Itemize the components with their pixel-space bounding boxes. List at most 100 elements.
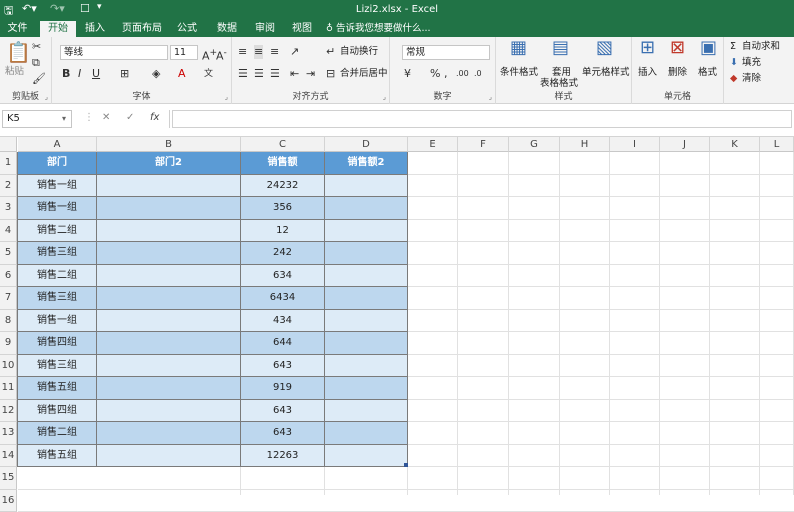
table-cell[interactable] [97, 355, 241, 378]
align-center-icon[interactable]: ☰ [254, 67, 264, 81]
border-icon[interactable]: ⊞ [120, 67, 129, 81]
table-header-cell[interactable]: 部门 [18, 152, 97, 175]
column-header-c[interactable]: C [241, 137, 325, 152]
table-cell[interactable] [325, 445, 408, 468]
table-cell[interactable] [97, 242, 241, 265]
row-header-11[interactable]: 11 [0, 377, 17, 400]
formula-input[interactable] [172, 110, 792, 128]
table-cell[interactable]: 12 [241, 220, 325, 243]
table-cell[interactable]: 销售五组 [18, 377, 97, 400]
fill-icon[interactable]: ⬇ [730, 56, 738, 70]
dialog-launcher-icon[interactable]: ⌟ [489, 93, 492, 101]
table-cell[interactable] [97, 422, 241, 445]
row-header-2[interactable]: 2 [0, 175, 17, 198]
table-cell[interactable]: 销售五组 [18, 445, 97, 468]
column-header-d[interactable]: D [325, 137, 408, 152]
paste-button[interactable]: 粘贴 [5, 65, 24, 79]
column-header-k[interactable]: K [710, 137, 760, 152]
table-cell[interactable]: 356 [241, 197, 325, 220]
tab-formulas[interactable]: 公式 [172, 20, 202, 37]
table-cell[interactable] [97, 332, 241, 355]
cut-icon[interactable]: ✂ [32, 40, 41, 54]
table-cell[interactable]: 242 [241, 242, 325, 265]
table-cell[interactable]: 644 [241, 332, 325, 355]
tab-insert[interactable]: 插入 [80, 20, 110, 37]
table-cell[interactable]: 销售一组 [18, 175, 97, 198]
table-header-cell[interactable]: 销售额 [241, 152, 325, 175]
table-header-cell[interactable]: 部门2 [97, 152, 241, 175]
row-header-9[interactable]: 9 [0, 332, 17, 355]
cancel-icon[interactable]: ✕ [102, 112, 110, 123]
outdent-icon[interactable]: ⇥ [306, 67, 315, 81]
table-cell[interactable] [325, 310, 408, 333]
cell-styles-button[interactable]: 单元格样式 [582, 66, 630, 80]
table-cell[interactable] [325, 287, 408, 310]
row-header-6[interactable]: 6 [0, 265, 17, 288]
conditional-format-icon[interactable]: ▦ [510, 41, 527, 55]
insert-cells-button[interactable]: 插入 [638, 66, 657, 80]
row-header-7[interactable]: 7 [0, 287, 17, 310]
column-header-i[interactable]: I [610, 137, 660, 152]
table-cell[interactable] [97, 445, 241, 468]
font-color-icon[interactable]: A [178, 67, 186, 81]
column-header-h[interactable]: H [560, 137, 610, 152]
delete-cells-button[interactable]: 删除 [668, 66, 687, 80]
table-cell[interactable] [97, 400, 241, 423]
format-cells-icon[interactable]: ▣ [700, 41, 717, 55]
tell-me-box[interactable]: ♁ 告诉我您想要做什么... [326, 20, 431, 37]
column-header-l[interactable]: L [760, 137, 794, 152]
table-cell[interactable]: 销售三组 [18, 242, 97, 265]
table-cell[interactable]: 634 [241, 265, 325, 288]
table-cell[interactable] [325, 355, 408, 378]
comma-icon[interactable]: , [444, 67, 448, 81]
table-cell[interactable] [325, 400, 408, 423]
format-as-table-icon[interactable]: ▤ [552, 41, 569, 55]
table-cell[interactable]: 643 [241, 422, 325, 445]
indent-icon[interactable]: ⇤ [290, 67, 299, 81]
copy-icon[interactable]: ⧉ [32, 56, 40, 70]
row-header-14[interactable]: 14 [0, 445, 17, 468]
row-header-4[interactable]: 4 [0, 220, 17, 243]
column-header-f[interactable]: F [458, 137, 509, 152]
tab-file[interactable]: 文件 [0, 20, 35, 37]
tab-page-layout[interactable]: 页面布局 [120, 20, 164, 37]
table-cell[interactable]: 643 [241, 355, 325, 378]
tab-view[interactable]: 视图 [287, 20, 317, 37]
delete-cells-icon[interactable]: ⊠ [670, 41, 685, 55]
table-cell[interactable] [325, 175, 408, 198]
percent-icon[interactable]: % [430, 67, 440, 81]
font-size-dropdown[interactable]: 11 [170, 45, 198, 60]
cell-styles-icon[interactable]: ▧ [596, 41, 613, 55]
row-header-12[interactable]: 12 [0, 400, 17, 423]
conditional-format-button[interactable]: 条件格式 [500, 66, 538, 80]
tab-home[interactable]: 开始 [40, 21, 76, 37]
row-header-10[interactable]: 10 [0, 355, 17, 378]
row-header-13[interactable]: 13 [0, 422, 17, 445]
number-format-dropdown[interactable]: 常规 [402, 45, 490, 60]
currency-icon[interactable]: ¥ [404, 67, 411, 81]
autosum-icon[interactable]: Σ [730, 40, 736, 54]
phonetic-icon[interactable]: 文 [204, 67, 213, 81]
format-painter-icon[interactable]: 🖌 [32, 72, 46, 86]
increase-decimal-icon[interactable]: .00 [456, 67, 469, 81]
select-all-corner[interactable] [0, 137, 17, 152]
table-cell[interactable]: 6434 [241, 287, 325, 310]
table-cell[interactable] [97, 287, 241, 310]
name-box-dropdown-icon[interactable]: ▾ [62, 114, 66, 123]
format-cells-button[interactable]: 格式 [698, 66, 717, 80]
table-cell[interactable]: 销售二组 [18, 220, 97, 243]
table-cell[interactable]: 销售三组 [18, 287, 97, 310]
row-header-5[interactable]: 5 [0, 242, 17, 265]
table-header-cell[interactable]: 销售额2 [325, 152, 408, 175]
wrap-text-icon[interactable]: ↵ [326, 45, 335, 59]
italic-icon[interactable]: I [78, 67, 81, 81]
table-cell[interactable]: 销售三组 [18, 355, 97, 378]
wrap-text-button[interactable]: 自动换行 [340, 45, 378, 59]
table-cell[interactable]: 销售四组 [18, 332, 97, 355]
row-header-1[interactable]: 1 [0, 152, 17, 175]
row-header-3[interactable]: 3 [0, 197, 17, 220]
column-header-e[interactable]: E [408, 137, 458, 152]
merge-center-button[interactable]: 合并后居中 [340, 67, 388, 81]
table-cell[interactable]: 434 [241, 310, 325, 333]
autosum-button[interactable]: 自动求和 [742, 40, 780, 54]
